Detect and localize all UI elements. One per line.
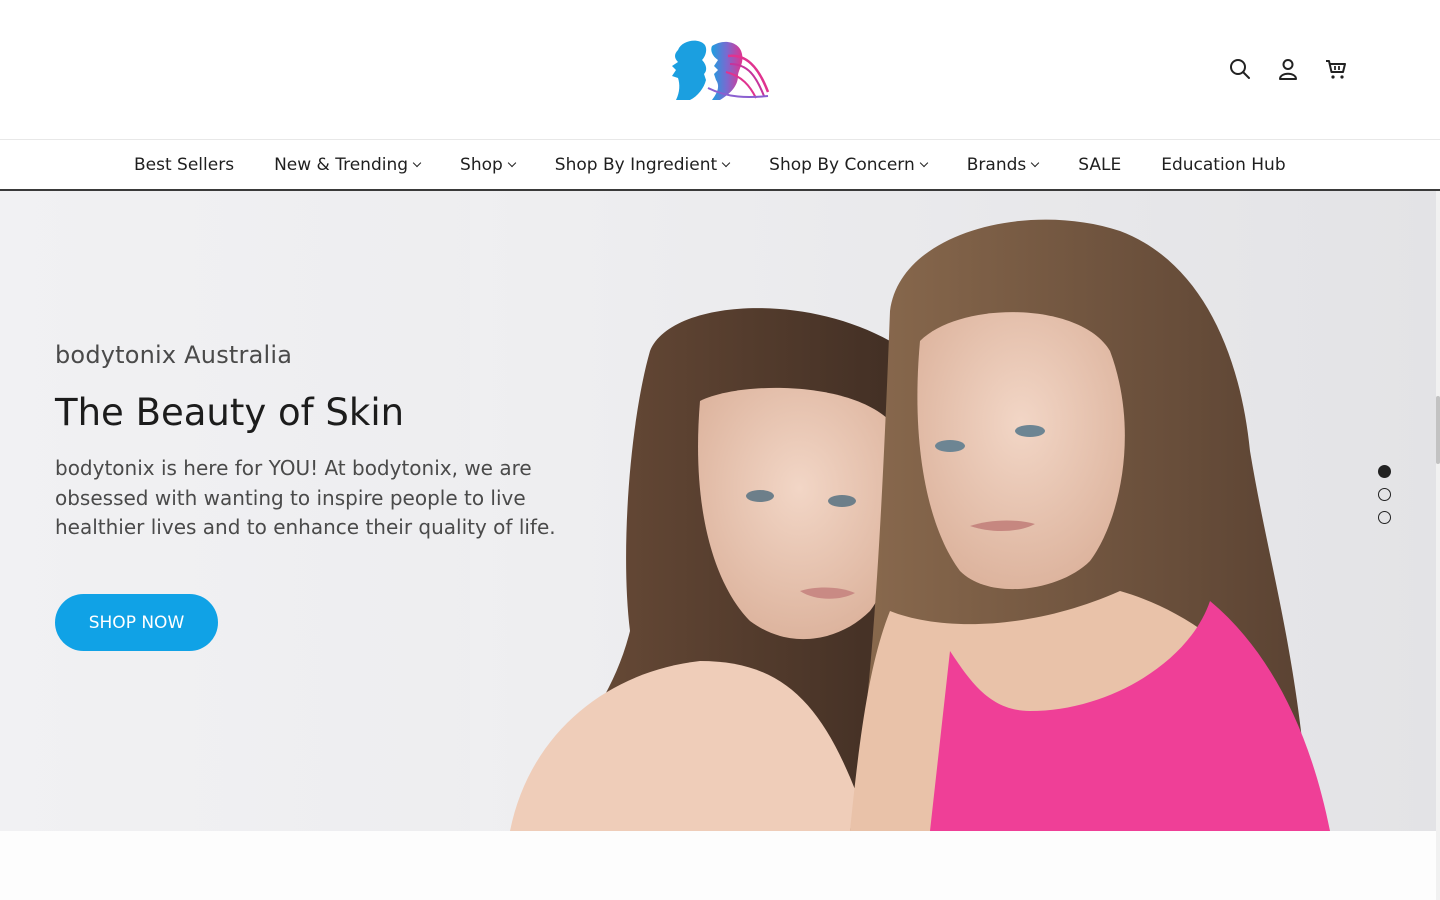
- hero-title: The Beauty of Skin: [55, 391, 405, 434]
- slider-dot-1[interactable]: [1378, 465, 1391, 478]
- chevron-down-icon: [412, 158, 422, 168]
- scrollbar-thumb[interactable]: [1436, 396, 1440, 464]
- chevron-down-icon: [919, 158, 929, 168]
- nav-item-shop-by-concern[interactable]: Shop By Concern: [769, 154, 929, 175]
- nav-item-label: SALE: [1078, 154, 1122, 175]
- nav-item-shop-by-ingredient[interactable]: Shop By Ingredient: [554, 154, 731, 175]
- chevron-down-icon: [507, 158, 517, 168]
- nav-list: Best Sellers New & Trending Shop Shop By In…: [134, 140, 1286, 189]
- hero-image: [470, 191, 1436, 831]
- scrollbar[interactable]: [1436, 191, 1440, 900]
- nav-item-label: Best Sellers: [134, 154, 235, 175]
- nav-item-brands[interactable]: Brands: [966, 154, 1040, 175]
- hero-subtitle: bodytonix Australia: [55, 341, 293, 369]
- nav-item-label: New & Trending: [274, 154, 409, 175]
- slider-dot-2[interactable]: [1378, 488, 1391, 501]
- nav-item-education-hub[interactable]: Education Hub: [1161, 155, 1285, 175]
- site-header: [0, 0, 1440, 140]
- nav-item-new-trending[interactable]: New & Trending: [274, 154, 422, 175]
- slider-dots: [1378, 465, 1391, 524]
- next-section: [0, 831, 1436, 900]
- search-icon[interactable]: [1228, 56, 1252, 82]
- nav-item-best-sellers[interactable]: Best Sellers: [134, 155, 234, 175]
- cart-icon[interactable]: [1324, 56, 1348, 82]
- nav-item-label: Brands: [966, 154, 1027, 175]
- nav-item-label: Education Hub: [1161, 154, 1286, 175]
- nav-item-sale[interactable]: SALE: [1078, 155, 1121, 175]
- nav-item-label: Shop: [460, 154, 503, 175]
- main-navigation: Best Sellers New & Trending Shop Shop By In…: [0, 140, 1440, 191]
- bodytonix-logo[interactable]: [668, 36, 772, 104]
- chevron-down-icon: [721, 158, 731, 168]
- hero-slider: bodytonix Australia The Beauty of Skin b…: [0, 191, 1436, 831]
- hero-text: bodytonix Australia The Beauty of Skin b…: [55, 341, 595, 543]
- nav-item-label: Shop By Concern: [769, 154, 915, 175]
- chevron-down-icon: [1031, 158, 1040, 168]
- header-icons: [1228, 56, 1348, 82]
- shop-now-button[interactable]: SHOP NOW: [55, 594, 218, 651]
- account-icon[interactable]: [1276, 56, 1300, 82]
- hero-description: bodytonix is here for YOU! At bodytonix,…: [55, 456, 556, 539]
- nav-item-shop[interactable]: Shop: [460, 154, 517, 175]
- nav-item-label: Shop By Ingredient: [554, 154, 718, 175]
- slider-dot-3[interactable]: [1378, 511, 1391, 524]
